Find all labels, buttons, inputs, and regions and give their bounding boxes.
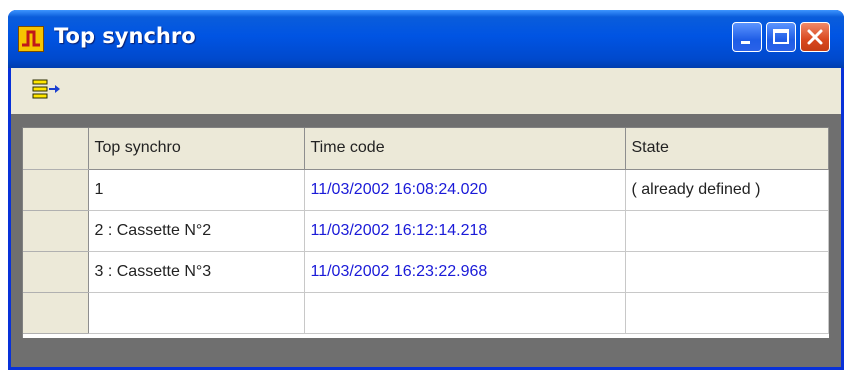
table-row[interactable]: 3 : Cassette N°3 11/03/2002 16:23:22.968	[23, 251, 829, 293]
top-synchro-grid[interactable]: Top synchro Time code State 1 11/03/2002…	[22, 127, 829, 338]
top-synchro-cell[interactable]: 1	[88, 169, 305, 211]
time-code-cell[interactable]: 11/03/2002 16:23:22.968	[304, 251, 626, 293]
row-header[interactable]	[23, 210, 89, 252]
top-synchro-cell[interactable]: 2 : Cassette N°2	[88, 210, 305, 252]
maximize-button[interactable]	[766, 22, 796, 52]
column-header-top-synchro[interactable]: Top synchro	[88, 128, 305, 170]
column-header-time-code[interactable]: Time code	[304, 128, 626, 170]
time-code-cell[interactable]	[304, 292, 626, 334]
app-icon	[18, 26, 44, 52]
state-cell[interactable]	[625, 210, 829, 252]
table-row[interactable]: 1 11/03/2002 16:08:24.020 ( already defi…	[23, 169, 829, 211]
time-code-cell[interactable]: 11/03/2002 16:12:14.218	[304, 210, 626, 252]
grid-header-row: Top synchro Time code State	[23, 128, 829, 170]
export-icon[interactable]	[31, 76, 63, 104]
top-synchro-window: Top synchro Top synchro Time code State …	[8, 10, 844, 370]
table-row[interactable]	[23, 292, 829, 334]
top-synchro-cell[interactable]: 3 : Cassette N°3	[88, 251, 305, 293]
window-title: Top synchro	[54, 24, 196, 48]
row-header[interactable]	[23, 292, 89, 334]
title-bar[interactable]: Top synchro	[8, 10, 844, 68]
corner-cell[interactable]	[23, 128, 89, 170]
close-button[interactable]	[800, 22, 830, 52]
state-cell[interactable]: ( already defined )	[625, 169, 829, 211]
toolbar	[11, 68, 841, 114]
row-header[interactable]	[23, 169, 89, 211]
minimize-button[interactable]	[732, 22, 762, 52]
state-cell[interactable]	[625, 251, 829, 293]
column-header-state[interactable]: State	[625, 128, 829, 170]
state-cell[interactable]	[625, 292, 829, 334]
time-code-cell[interactable]: 11/03/2002 16:08:24.020	[304, 169, 626, 211]
table-row[interactable]: 2 : Cassette N°2 11/03/2002 16:12:14.218	[23, 210, 829, 252]
row-header[interactable]	[23, 251, 89, 293]
top-synchro-cell[interactable]	[88, 292, 305, 334]
